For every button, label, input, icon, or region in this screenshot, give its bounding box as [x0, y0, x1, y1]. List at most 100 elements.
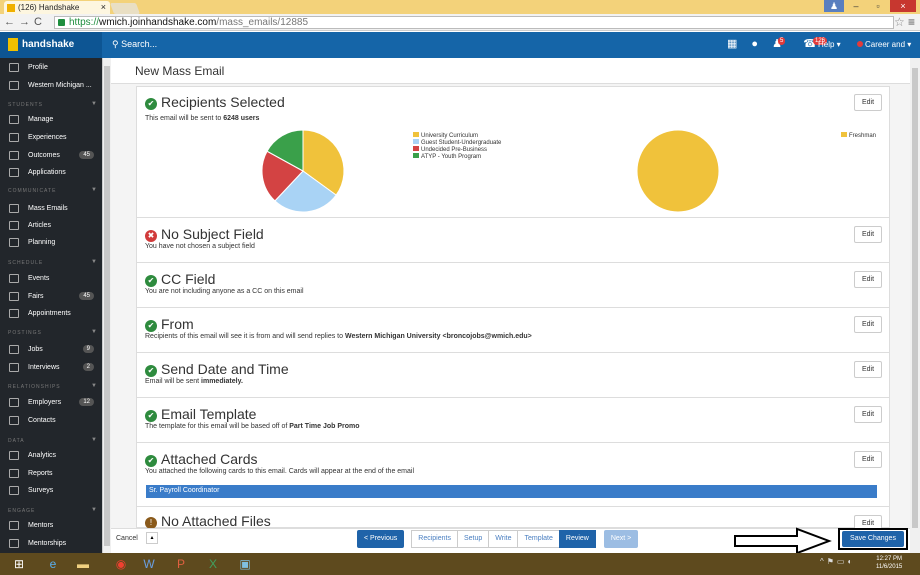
- career-avatar-icon: [857, 41, 863, 47]
- person-notification-icon[interactable]: ♟5: [772, 37, 789, 50]
- briefcase-icon: [9, 345, 19, 354]
- tab-title: (126) Handshake: [18, 3, 80, 12]
- sidebar-item-surveys[interactable]: Surveys: [0, 483, 102, 499]
- sidebar-item-label: Western Michigan ...: [28, 82, 92, 89]
- user-icon[interactable]: ♟: [824, 0, 844, 12]
- edit-button[interactable]: Edit: [854, 226, 882, 243]
- sidebar-item-appointments[interactable]: Appointments: [0, 306, 102, 322]
- close-window-icon[interactable]: ×: [890, 0, 916, 12]
- edit-button[interactable]: Edit: [854, 451, 882, 468]
- sidebar-item-reports[interactable]: Reports: [0, 466, 102, 482]
- edit-button[interactable]: Edit: [854, 94, 882, 111]
- bookmark-star-icon[interactable]: ☆: [894, 15, 905, 29]
- excel-icon[interactable]: X: [198, 554, 228, 574]
- nav-buttons[interactable]: ←→C: [4, 16, 46, 28]
- browser-menu-icon[interactable]: ≡: [908, 15, 915, 29]
- new-tab-button[interactable]: [109, 3, 141, 14]
- sidebar-item-events[interactable]: Events: [0, 271, 102, 287]
- sidebar-item-experiences[interactable]: Experiences: [0, 130, 102, 146]
- sidebar-item-employers[interactable]: Employers 12: [0, 395, 102, 411]
- calendar-icon[interactable]: ▦: [727, 37, 737, 50]
- system-tray[interactable]: ^⚑▭◐: [820, 557, 855, 566]
- section-title: ✔ Recipients Selected: [145, 94, 285, 110]
- sidebar-item-articles[interactable]: Articles: [0, 218, 102, 234]
- planning-icon: [9, 238, 19, 247]
- minimize-icon[interactable]: –: [846, 0, 866, 12]
- check-circle-icon: ✔: [145, 365, 157, 377]
- appointments-icon: [9, 309, 19, 318]
- sidebar-item-fairs[interactable]: Fairs 45: [0, 289, 102, 305]
- career-menu[interactable]: Career and ▾: [857, 40, 911, 49]
- scrollbar-thumb[interactable]: [912, 68, 918, 528]
- section-title-text: CC Field: [161, 271, 216, 287]
- help-menu[interactable]: Help ▾: [818, 40, 841, 49]
- brand-name: handshake: [22, 39, 75, 50]
- close-tab-icon[interactable]: ×: [101, 2, 106, 12]
- step-review[interactable]: Review: [558, 530, 596, 548]
- step-recipients[interactable]: Recipients: [411, 530, 458, 548]
- sidebar-item-outcomes[interactable]: Outcomes 45: [0, 148, 102, 164]
- search-input[interactable]: ⚲ Search...: [112, 39, 157, 50]
- url-bar[interactable]: https://wmich.joinhandshake.com/mass_ema…: [54, 16, 894, 29]
- sidebar-item-mass-emails[interactable]: Mass Emails: [0, 201, 102, 217]
- windows-start-icon[interactable]: ⊞: [4, 554, 34, 574]
- pie-legend: University Curriculum Guest Student-Under…: [413, 132, 501, 160]
- sidebar-item-planning[interactable]: Planning: [0, 235, 102, 251]
- sidebar-item-profile[interactable]: Profile: [0, 60, 102, 76]
- url-host: wmich.joinhandshake.com: [99, 17, 217, 28]
- sidebar-heading-relationships[interactable]: RELATIONSHIPS ▼: [8, 383, 97, 390]
- maximize-icon[interactable]: ▫: [868, 0, 888, 12]
- taskbar-clock[interactable]: 12:27 PM 11/6/2015: [876, 555, 902, 571]
- step-write[interactable]: Write: [488, 530, 519, 548]
- attached-card-item[interactable]: Sr. Payroll Coordinator: [146, 485, 877, 498]
- scrollbar-thumb[interactable]: [104, 66, 110, 546]
- edit-button[interactable]: Edit: [854, 316, 882, 333]
- sidebar-item-mentorships[interactable]: Mentorships: [0, 536, 102, 552]
- sidebar-item-manage[interactable]: Manage: [0, 112, 102, 128]
- sidebar-item-applications[interactable]: Applications: [0, 165, 102, 181]
- edit-button[interactable]: Edit: [854, 406, 882, 423]
- cancel-button[interactable]: Cancel: [116, 535, 138, 542]
- sidebar-item-contacts[interactable]: Contacts: [0, 413, 102, 429]
- sidebar-item-analytics[interactable]: Analytics: [0, 448, 102, 464]
- lock-icon: [58, 19, 65, 26]
- main-scrollbar[interactable]: [910, 58, 920, 553]
- sidebar-item-interviews[interactable]: Interviews 2: [0, 360, 102, 376]
- desc-text: Recipients of this email will see it is …: [145, 333, 345, 340]
- check-circle-icon: ✔: [145, 455, 157, 467]
- sidebar-item-school[interactable]: Western Michigan ...: [0, 78, 102, 94]
- next-button[interactable]: Next >: [603, 530, 639, 548]
- save-changes-button[interactable]: Save Changes: [842, 531, 904, 547]
- sidebar-item-jobs[interactable]: Jobs 9: [0, 342, 102, 358]
- sidebar-heading-postings[interactable]: POSTINGS ▼: [8, 329, 97, 336]
- cancel-dropdown-toggle[interactable]: ▴: [146, 532, 158, 544]
- powerpoint-icon[interactable]: P: [166, 554, 196, 574]
- step-template[interactable]: Template: [517, 530, 560, 548]
- sidebar-heading-data[interactable]: DATA ▼: [8, 437, 97, 444]
- calendar-icon: [9, 274, 19, 283]
- previous-button[interactable]: < Previous: [357, 530, 405, 548]
- sidebar-heading-label: SCHEDULE: [8, 260, 44, 266]
- browser-tab[interactable]: (126) Handshake ×: [4, 1, 110, 14]
- sidebar-heading-communicate[interactable]: COMMUNICATE ▼: [8, 187, 97, 194]
- sidebar-scrollbar[interactable]: [102, 58, 111, 553]
- edit-button[interactable]: Edit: [854, 361, 882, 378]
- sidebar-item-mentors[interactable]: Mentors: [0, 518, 102, 534]
- sidebar-heading-students[interactable]: STUDENTS ▼: [8, 101, 97, 108]
- sidebar-item-label: Jobs: [28, 346, 43, 353]
- photos-icon[interactable]: ▣: [230, 554, 260, 574]
- edit-button[interactable]: Edit: [854, 271, 882, 288]
- count-badge: 2: [82, 363, 94, 371]
- desc-text: Email will be sent: [145, 378, 202, 385]
- internet-explorer-icon[interactable]: e: [38, 554, 68, 574]
- sidebar-heading-schedule[interactable]: SCHEDULE ▼: [8, 259, 97, 266]
- file-explorer-icon[interactable]: ▬: [68, 554, 98, 574]
- chrome-icon[interactable]: ◉: [106, 554, 136, 574]
- page-title: New Mass Email: [135, 64, 225, 78]
- mentorships-icon: [9, 539, 19, 548]
- word-icon[interactable]: W: [134, 554, 164, 574]
- step-setup[interactable]: Setup: [456, 530, 490, 548]
- chat-icon[interactable]: ●: [751, 38, 758, 50]
- brand-logo[interactable]: handshake: [0, 32, 102, 58]
- sidebar-heading-engage[interactable]: ENGAGE ▼: [8, 507, 97, 514]
